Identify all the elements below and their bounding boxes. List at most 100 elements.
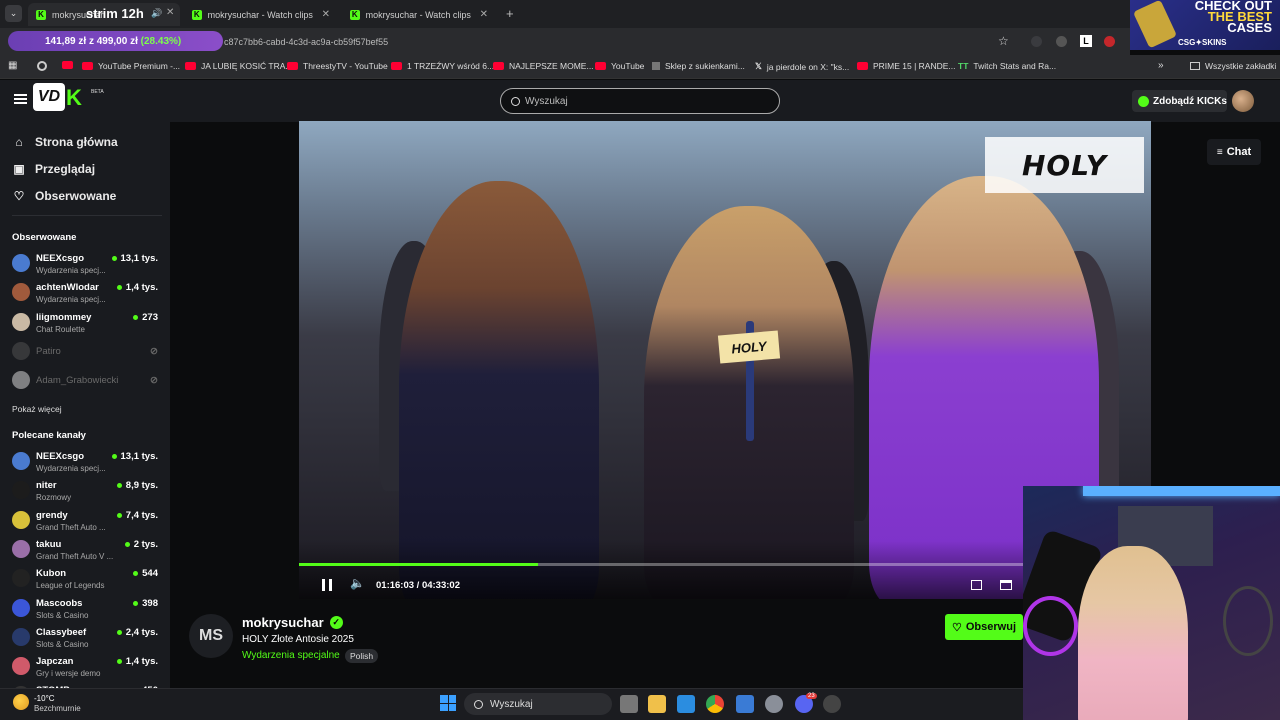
tab-active[interactable]: K mokrysuchar strim 12h 🔊 ✕ [28, 3, 180, 26]
webcam-scene [1023, 596, 1078, 656]
sidebar-channel[interactable]: Patiro ⊘ [12, 340, 162, 368]
bookmark-item[interactable]: 𝕏ja pierdole on X: "ks... [755, 61, 849, 72]
nav-browse[interactable]: ▣ Przeglądaj [12, 162, 95, 176]
tab-close-icon[interactable]: ✕ [480, 9, 488, 20]
ad-brand: CSG✦SKINS [1178, 38, 1227, 47]
file-explorer-icon[interactable] [648, 695, 666, 713]
live-dot-icon [116, 659, 122, 665]
pip-icon[interactable] [971, 580, 982, 590]
channel-category: Grand Theft Auto ... [36, 522, 106, 532]
stream-category-link[interactable]: Wydarzenia specjalne [242, 650, 340, 661]
channel-avatar[interactable]: MS [189, 614, 233, 658]
channel-avatar [12, 539, 30, 558]
language-tag[interactable]: Polish [345, 649, 379, 663]
chat-toggle-button[interactable]: ≡ Chat [1207, 139, 1261, 165]
bookmark-item[interactable]: YouTube [595, 61, 644, 71]
bookmark-star-icon[interactable]: ☆ [998, 34, 1009, 48]
browse-icon: ▣ [13, 162, 25, 176]
weather-temp: -10°C [34, 694, 55, 703]
hamburger-menu-icon[interactable] [14, 94, 27, 104]
sidebar-channel[interactable]: NEEXcsgo Wydarzenia specj... 13,1 tys. [12, 252, 162, 280]
taskbar-search[interactable]: Wyszukaj [464, 693, 612, 715]
live-dot-icon [124, 541, 130, 547]
channel-category: Gry i wersje demo [36, 669, 101, 679]
tab-close-icon[interactable]: ✕ [322, 9, 330, 20]
kick-favicon-icon: K [36, 9, 46, 20]
bookmark-item[interactable] [62, 61, 78, 69]
viewer-count: 7,4 tys. [116, 510, 158, 521]
chat-icon: ≡ [1216, 146, 1223, 158]
pause-icon[interactable] [322, 579, 332, 591]
tab-audio-icon[interactable]: 🔊 [151, 8, 162, 19]
sidebar-channel[interactable]: Mascoobs Slots & Casino 398 [12, 597, 162, 625]
weather-icon[interactable] [13, 694, 29, 710]
kick-logo[interactable]: VD K BETA [33, 83, 104, 111]
bookmark-item[interactable]: YouTube Premium -... [82, 61, 180, 71]
channel-name[interactable]: mokrysuchar ✓ [242, 615, 343, 630]
ad-banner[interactable]: CHECK OUT THE BEST CASES CSG✦SKINS [1130, 0, 1280, 50]
sidebar-channel[interactable]: Kubon League of Legends 544 [12, 567, 162, 595]
sidebar-channel[interactable]: Classybeef Slots & Casino 2,4 tys. [12, 626, 162, 654]
bookmark-item[interactable]: TT Twitch Stats and Ra... [958, 61, 1056, 71]
user-avatar[interactable] [1232, 90, 1254, 112]
more-bookmarks-icon[interactable]: » [1158, 60, 1164, 71]
sidebar-channel[interactable]: grendy Grand Theft Auto ... 7,4 tys. [12, 509, 162, 537]
extension-icon[interactable]: L [1080, 35, 1092, 47]
chrome-icon[interactable] [706, 695, 724, 713]
viewer-count: 13,1 tys. [111, 253, 158, 264]
tab-3[interactable]: K mokrysuchar - Watch clips on ✕ [342, 3, 496, 26]
extension-icon[interactable] [1104, 36, 1115, 47]
viewer-count: 13,1 tys. [111, 451, 158, 462]
channel-category: Grand Theft Auto V ... [36, 551, 114, 561]
app-icon[interactable] [823, 695, 841, 713]
channel-name: liigmommey [36, 311, 92, 323]
bookmark-icon[interactable] [37, 61, 47, 71]
tab-label: mokrysuchar - Watch clips on [365, 9, 472, 20]
sidebar-channel[interactable]: Japczan Gry i wersje demo 1,4 tys. [12, 655, 162, 683]
sidebar-channel[interactable]: takuu Grand Theft Auto V ... 2 tys. [12, 538, 162, 566]
nav-following[interactable]: ♡ Obserwowane [12, 189, 117, 203]
tab-2[interactable]: K mokrysuchar - Watch clips on ✕ [184, 3, 338, 26]
all-bookmarks[interactable]: Wszystkie zakładki [1190, 61, 1276, 71]
search-input[interactable]: Wyszukaj [500, 88, 780, 114]
tab-search-button[interactable]: ⌄ [5, 5, 22, 22]
volume-icon[interactable]: 🔈 [350, 576, 365, 590]
theater-mode-icon[interactable] [1000, 580, 1012, 590]
windows-start-icon[interactable] [440, 695, 456, 711]
app-icon[interactable] [736, 695, 754, 713]
channel-name: NEEXcsgo [36, 253, 85, 264]
channel-avatar [12, 341, 30, 360]
bookmark-item[interactable]: JA LUBIĘ KOSIĆ TRA... [185, 61, 292, 71]
channel-category: Slots & Casino [36, 610, 89, 620]
follow-button[interactable]: ♡ Obserwuj [945, 614, 1023, 640]
recommended-section-title: Polecane kanały [12, 430, 86, 441]
bookmarks-bar: ▦ YouTube Premium -... JA LUBIĘ KOSIĆ TR… [0, 55, 1280, 79]
extension-icon[interactable] [1031, 36, 1042, 47]
get-kicks-button[interactable]: Zdobądź KICKs [1132, 90, 1227, 112]
extension-icon[interactable] [1056, 36, 1067, 47]
live-dot-icon [111, 454, 117, 459]
show-more-link[interactable]: Pokaż więcej [12, 404, 62, 414]
sidebar-channel[interactable]: Adam_Grabowiecki ⊘ [12, 369, 162, 397]
channel-name: takuu [36, 538, 62, 550]
new-tab-icon[interactable]: + [506, 6, 514, 21]
bookmark-item[interactable]: PRIME 15 | RANDE... [857, 61, 956, 71]
apps-icon[interactable]: ▦ [8, 60, 17, 71]
sidebar-channel[interactable]: niter Rozmowy 8,9 tys. [12, 479, 162, 507]
sidebar-channel[interactable]: liigmommey Chat Roulette 273 [12, 311, 162, 339]
store-icon[interactable] [677, 695, 695, 713]
sidebar-channel[interactable]: NEEXcsgo Wydarzenia specj... 13,1 tys. [12, 450, 162, 478]
sidebar-channel[interactable]: achtenWlodar Wydarzenia specj... 1,4 tys. [12, 281, 162, 309]
bookmark-item[interactable]: Sklep z sukienkami... [652, 61, 745, 71]
kick-favicon-icon: K [350, 9, 360, 20]
task-view-icon[interactable] [620, 695, 638, 713]
bookmark-item[interactable]: ThreestyTV - YouTube [287, 61, 388, 71]
channel-name: niter [36, 480, 57, 492]
tab-close-icon[interactable]: ✕ [166, 7, 174, 18]
bookmark-item[interactable]: NAJLEPSZE MOME... [493, 61, 594, 71]
bookmark-item[interactable]: 1 TRZEŹWY wśród 6... [391, 61, 494, 71]
settings-icon[interactable] [765, 695, 783, 713]
url-text[interactable]: c87c7bb6-cabd-4c3d-ac9a-cb59f57bef55 [224, 37, 388, 47]
live-dot-icon [133, 314, 139, 320]
nav-home[interactable]: ⌂ Strona główna [12, 135, 117, 149]
